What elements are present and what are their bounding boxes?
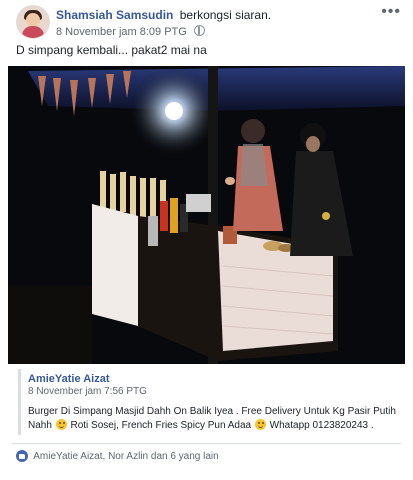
grinning-emoji-icon (55, 419, 67, 430)
post-card: Shamsiah Samsudin berkongsi siaran. 8 No… (0, 0, 413, 480)
shared-body-part3: Whatapp 0123820243 . (269, 420, 374, 431)
shared-post: AmieYatie Aizat 8 November jam 7:56 PTG … (18, 369, 401, 435)
like-icon (16, 450, 28, 462)
night-stall-photo (8, 66, 405, 364)
shared-author-link[interactable]: AmieYatie Aizat (28, 373, 110, 385)
author-action-text: berkongsi siaran. (179, 8, 272, 22)
author-name-link[interactable]: Shamsiah Samsudin (56, 8, 173, 22)
reactions-divider (12, 443, 401, 444)
post-timestamp[interactable]: 8 November jam 8:09 PTG (56, 26, 187, 38)
post-text: D simpang kembali... pakat2 mai na (16, 43, 207, 57)
reactions-summary[interactable]: AmieYatie Aizat, Nor Azlin dan 6 yang la… (16, 450, 219, 462)
post-header: Shamsiah Samsudin berkongsi siaran. 8 No… (16, 3, 403, 41)
post-meta: 8 November jam 8:09 PTG (56, 25, 205, 38)
more-options-icon[interactable]: ••• (381, 3, 401, 21)
author-avatar[interactable] (16, 5, 50, 39)
shared-body-part2: Roti Sosej, French Fries Spicy Pun Adaa (70, 420, 252, 431)
globe-icon[interactable] (193, 25, 205, 36)
post-photo[interactable] (8, 66, 405, 364)
author-line: Shamsiah Samsudin berkongsi siaran. (56, 8, 271, 22)
smiling-emoji-icon (254, 419, 266, 430)
reactions-text: AmieYatie Aizat, Nor Azlin dan 6 yang la… (33, 451, 219, 462)
shared-timestamp[interactable]: 8 November jam 7:56 PTG (28, 386, 147, 397)
shared-body: Burger Di Simpang Masjid Dahh On Balik I… (28, 405, 400, 433)
